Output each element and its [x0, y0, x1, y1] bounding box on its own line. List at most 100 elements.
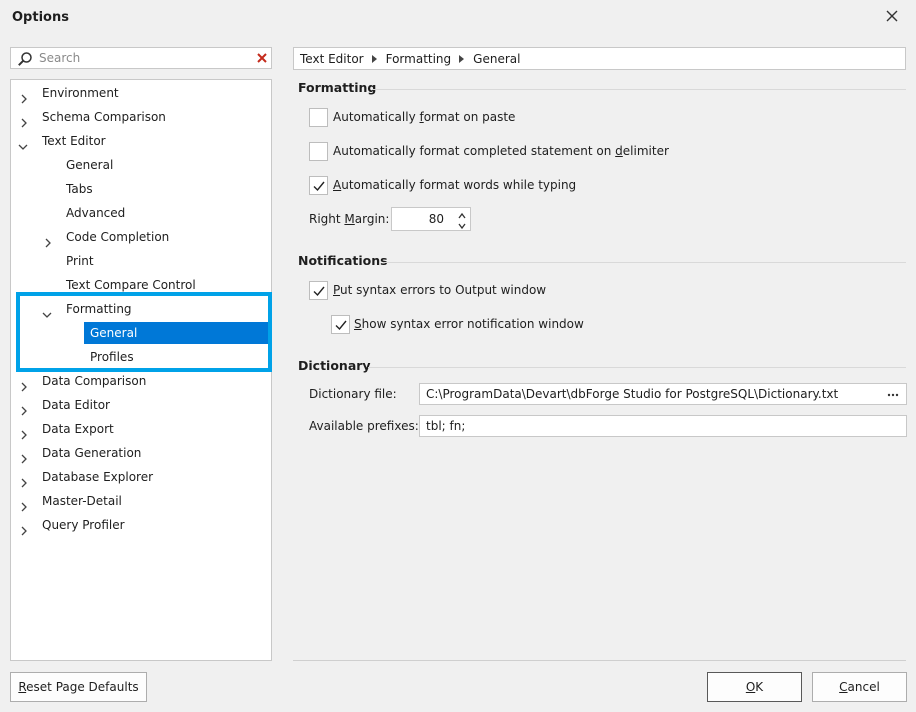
- tree-item-print[interactable]: Print: [11, 249, 100, 273]
- tree-item-code-completion[interactable]: Code Completion: [11, 225, 175, 249]
- tree-item-formatting[interactable]: Formatting: [11, 297, 138, 321]
- available-prefixes-label: Available prefixes:: [309, 419, 419, 433]
- tree-item-data-export[interactable]: Data Export: [11, 417, 120, 441]
- breadcrumb-item[interactable]: Text Editor: [300, 52, 364, 66]
- chevron-right-icon[interactable]: [43, 232, 53, 248]
- tree-label: Master-Detail: [42, 494, 122, 508]
- chevron-right-icon[interactable]: [19, 376, 29, 392]
- checkbox-label: Show syntax error notification window: [354, 317, 584, 331]
- syntax-error-notification-checkbox[interactable]: [331, 315, 350, 334]
- check-icon: [313, 181, 325, 192]
- format-on-paste-checkbox[interactable]: [309, 108, 328, 127]
- button-label: Reset Page Defaults: [18, 680, 139, 694]
- tree-label: General: [84, 322, 270, 344]
- tree-item-query-profiler[interactable]: Query Profiler: [11, 513, 131, 537]
- breadcrumb-item[interactable]: General: [473, 52, 520, 66]
- available-prefixes-value: tbl; fn;: [426, 419, 466, 433]
- tree-label: Text Editor: [42, 134, 106, 148]
- tree-label: Code Completion: [66, 230, 170, 244]
- dictionary-file-value: C:\ProgramData\Devart\dbForge Studio for…: [426, 387, 839, 401]
- tree-label: Data Export: [42, 422, 114, 436]
- chevron-down-icon[interactable]: [42, 304, 52, 318]
- button-label: Cancel: [839, 680, 880, 694]
- chevron-right-icon: [364, 54, 386, 64]
- reset-page-defaults-button[interactable]: Reset Page Defaults: [10, 672, 147, 702]
- section-header-notifications: Notifications: [298, 253, 388, 268]
- search-icon: [17, 51, 33, 67]
- right-margin-spinner[interactable]: 80: [391, 207, 471, 231]
- spin-down-icon[interactable]: [456, 220, 468, 230]
- tree-item-formatting-general[interactable]: General: [84, 321, 270, 345]
- clear-search-icon[interactable]: [255, 51, 269, 65]
- footer-divider: [293, 660, 906, 661]
- tree-item-data-generation[interactable]: Data Generation: [11, 441, 147, 465]
- right-margin-label: Right Margin:: [309, 212, 390, 226]
- section-header-dictionary: Dictionary: [298, 358, 371, 373]
- tree-item-data-comparison[interactable]: Data Comparison: [11, 369, 152, 393]
- chevron-right-icon[interactable]: [19, 112, 29, 128]
- tree-item-tabs[interactable]: Tabs: [11, 177, 99, 201]
- breadcrumb: Text Editor Formatting General: [293, 47, 906, 70]
- button-label: OK: [745, 680, 764, 694]
- options-tree: Environment Schema Comparison Text Edito…: [10, 79, 272, 661]
- tree-item-text-compare-control[interactable]: Text Compare Control: [11, 273, 202, 297]
- chevron-right-icon[interactable]: [19, 88, 29, 104]
- format-while-typing-checkbox[interactable]: [309, 176, 328, 195]
- chevron-right-icon[interactable]: [19, 400, 29, 416]
- chevron-right-icon: [451, 54, 473, 64]
- ok-button[interactable]: OK: [707, 672, 802, 702]
- tree-label: Profiles: [90, 350, 134, 364]
- tree-label: Tabs: [66, 182, 93, 196]
- tree-label: Data Editor: [42, 398, 110, 412]
- section-divider: [372, 89, 906, 90]
- chevron-right-icon[interactable]: [19, 424, 29, 440]
- window-title: Options: [12, 10, 69, 25]
- section-header-formatting: Formatting: [298, 80, 377, 95]
- check-icon: [313, 286, 325, 297]
- browse-ellipsis-icon[interactable]: [884, 385, 902, 403]
- tree-item-data-editor[interactable]: Data Editor: [11, 393, 116, 417]
- checkbox-label: Automatically format on paste: [333, 110, 516, 124]
- chevron-down-icon[interactable]: [18, 136, 28, 150]
- breadcrumb-item[interactable]: Formatting: [386, 52, 452, 66]
- available-prefixes-field[interactable]: tbl; fn;: [419, 415, 907, 437]
- syntax-errors-output-checkbox[interactable]: [309, 281, 328, 300]
- tree-label: Query Profiler: [42, 518, 125, 532]
- format-on-delimiter-checkbox[interactable]: [309, 142, 328, 161]
- tree-item-general[interactable]: General: [11, 153, 119, 177]
- tree-item-schema-comparison[interactable]: Schema Comparison: [11, 105, 172, 129]
- tree-item-advanced[interactable]: Advanced: [11, 201, 131, 225]
- tree-label: Print: [66, 254, 94, 268]
- tree-label: Database Explorer: [42, 470, 154, 484]
- chevron-right-icon[interactable]: [19, 472, 29, 488]
- chevron-right-icon[interactable]: [19, 448, 29, 464]
- tree-label: Schema Comparison: [42, 110, 166, 124]
- dictionary-file-field[interactable]: C:\ProgramData\Devart\dbForge Studio for…: [419, 383, 907, 405]
- section-divider: [384, 262, 906, 263]
- cancel-button[interactable]: Cancel: [812, 672, 907, 702]
- tree-label: Advanced: [66, 206, 126, 220]
- search-box: [10, 47, 272, 69]
- tree-item-master-detail[interactable]: Master-Detail: [11, 489, 128, 513]
- chevron-right-icon[interactable]: [19, 520, 29, 536]
- tree-label: Data Comparison: [42, 374, 147, 388]
- right-margin-value: 80: [428, 212, 444, 226]
- search-input[interactable]: [39, 49, 249, 67]
- section-divider: [368, 367, 906, 368]
- tree-item-environment[interactable]: Environment: [11, 81, 125, 105]
- tree-label: Text Compare Control: [66, 278, 196, 292]
- tree-label: Data Generation: [42, 446, 142, 460]
- tree-label: General: [66, 158, 114, 172]
- tree-item-text-editor[interactable]: Text Editor: [11, 129, 112, 153]
- tree-item-database-explorer[interactable]: Database Explorer: [11, 465, 159, 489]
- check-icon: [335, 320, 347, 331]
- tree-item-profiles[interactable]: Profiles: [11, 345, 140, 369]
- close-icon[interactable]: [882, 6, 902, 26]
- checkbox-label: Put syntax errors to Output window: [333, 283, 547, 297]
- tree-label: Formatting: [66, 302, 132, 316]
- chevron-right-icon[interactable]: [19, 496, 29, 512]
- spin-up-icon[interactable]: [456, 210, 468, 220]
- checkbox-label: Automatically format completed statement…: [333, 144, 669, 158]
- tree-label: Environment: [42, 86, 119, 100]
- checkbox-label: Automatically format words while typing: [333, 178, 577, 192]
